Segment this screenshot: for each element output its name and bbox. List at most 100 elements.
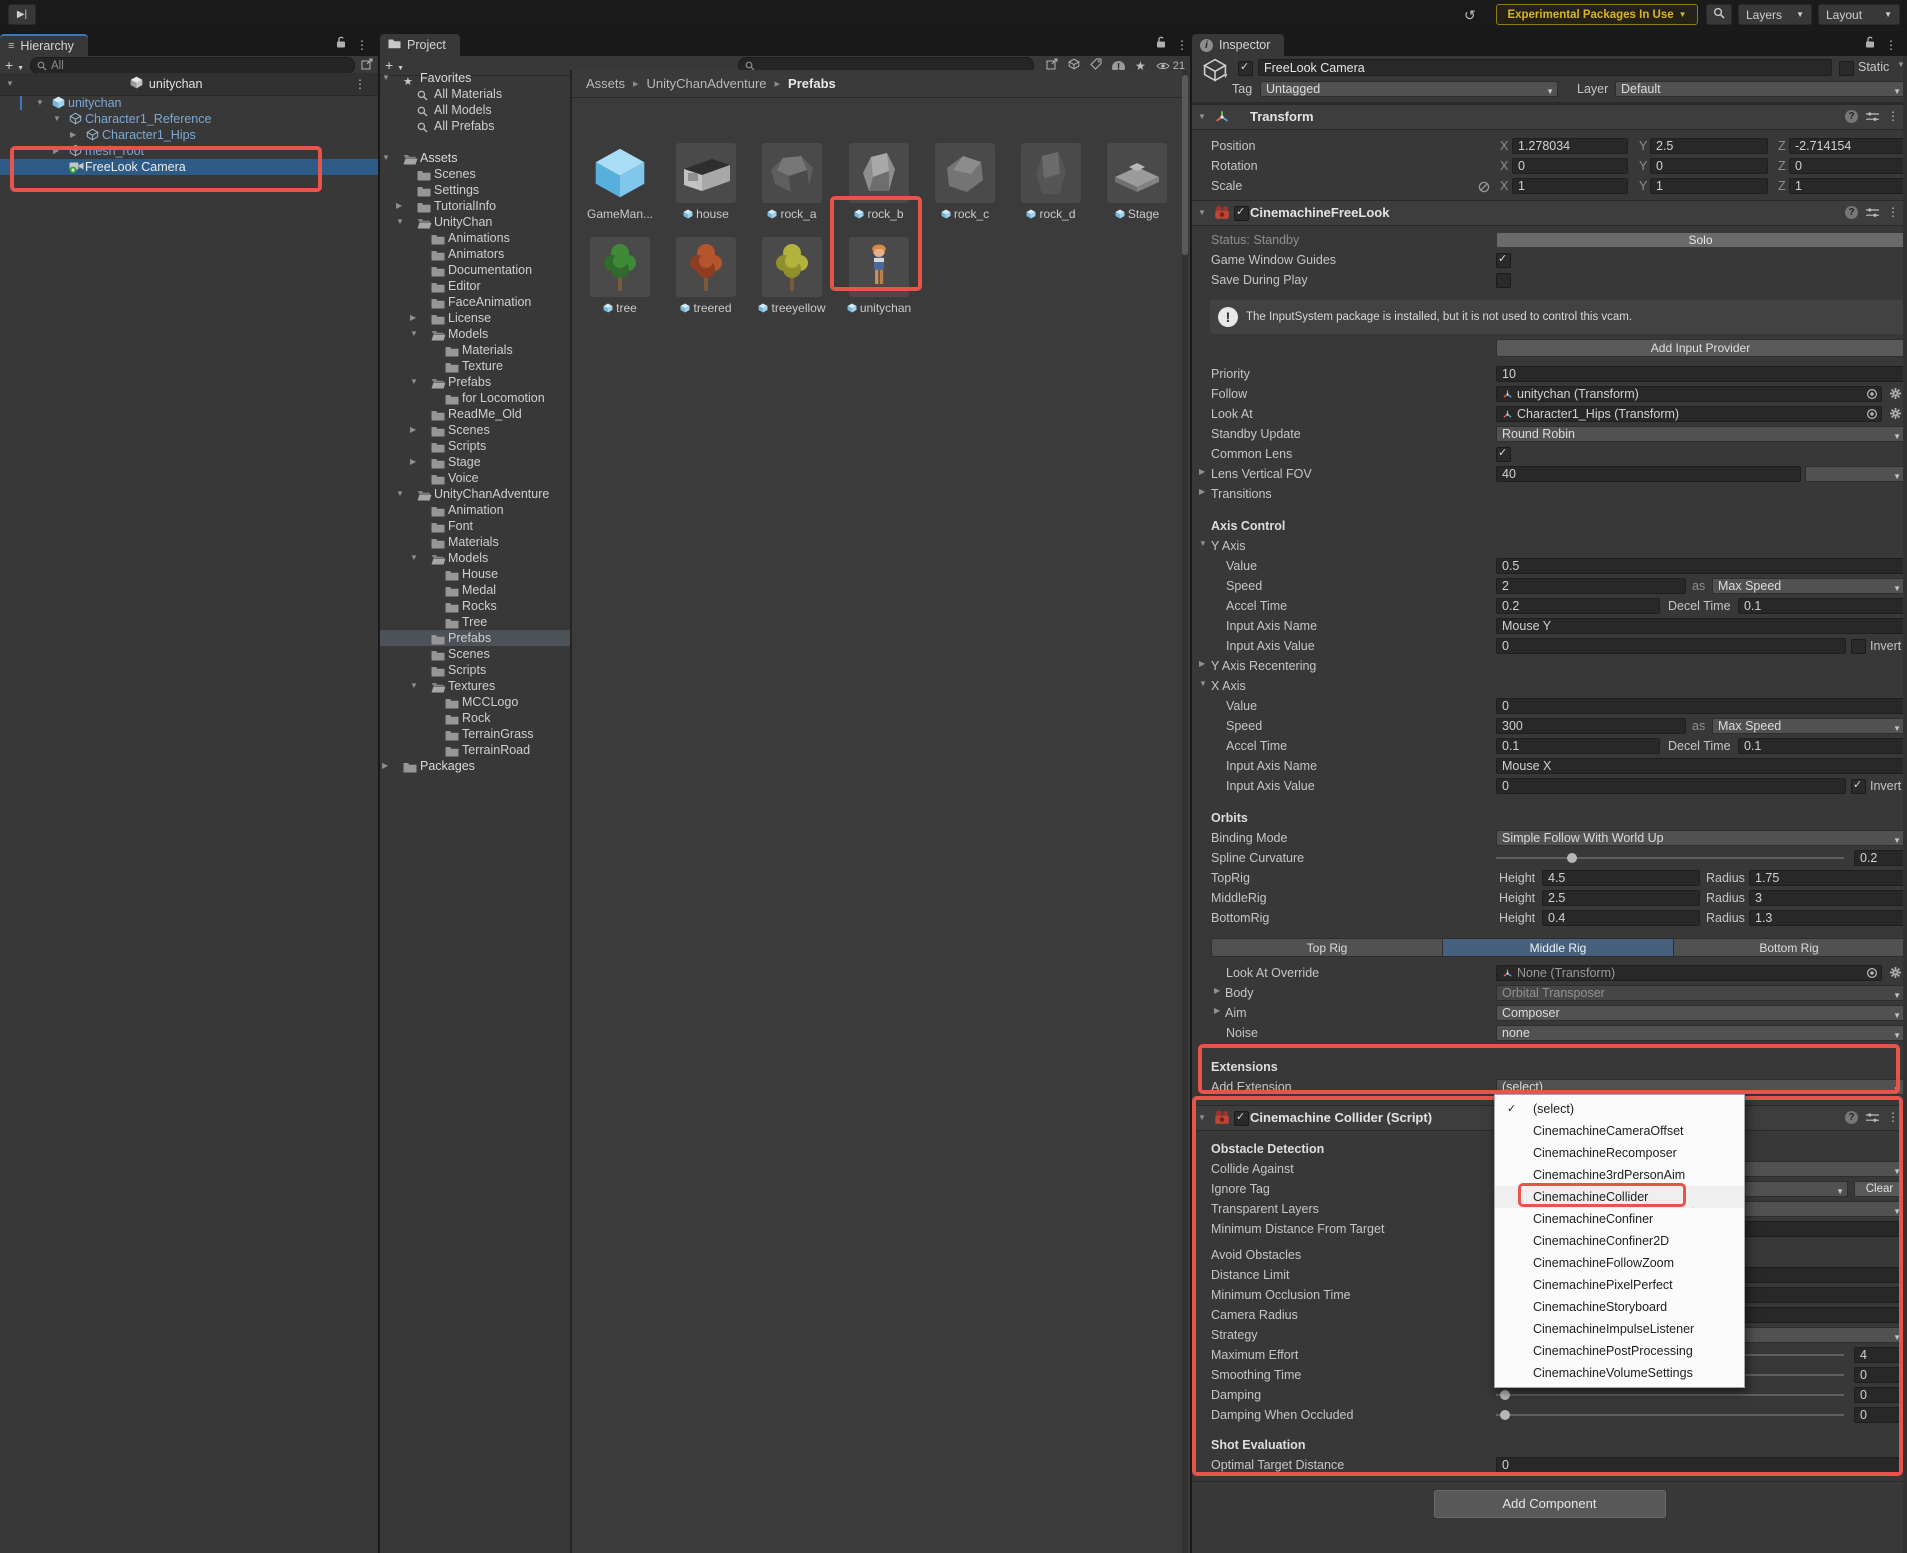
field-rotation-z[interactable]: 0 — [1789, 158, 1905, 174]
field-toprig-radius[interactable]: 1.75 — [1749, 870, 1905, 886]
field-scale-x[interactable]: 1 — [1512, 178, 1628, 194]
checkbox-invert[interactable] — [1851, 778, 1866, 794]
field-lens-vertical-fov[interactable]: 40 — [1496, 466, 1801, 482]
dropdown-speed-mode[interactable]: Max Speed ▼ — [1712, 718, 1905, 734]
menu-kebab-icon[interactable]: ⋮ — [1885, 38, 1897, 52]
menu-item-cinemachineimpulselistener[interactable]: CinemachineImpulseListener — [1495, 1318, 1744, 1340]
menu-item-cinemachinerecomposer[interactable]: CinemachineRecomposer — [1495, 1142, 1744, 1164]
slider-handle-spline-curvature[interactable] — [1567, 853, 1578, 863]
object-field-look-at-override[interactable]: None (Transform) — [1496, 965, 1882, 981]
project-tree-item-terrainroad[interactable]: TerrainRoad — [380, 742, 570, 758]
rig-tab-middle-rig[interactable]: Middle Rig — [1443, 938, 1674, 957]
field-speed[interactable]: 2 — [1496, 578, 1686, 594]
collapse-arrow-icon[interactable]: ▼ — [410, 374, 418, 390]
menu-item-cinemachinevolumesettings[interactable]: CinemachineVolumeSettings — [1495, 1362, 1744, 1384]
collapse-arrow-icon[interactable]: ▼ — [410, 550, 418, 566]
object-field-follow[interactable]: unitychan (Transform) — [1496, 386, 1882, 402]
field-accel-time[interactable]: 0.2 — [1496, 598, 1660, 614]
collapse-arrow-icon[interactable]: ▼ — [53, 111, 61, 127]
add-input-provider-button[interactable]: Add Input Provider — [1496, 339, 1905, 357]
project-tree-item-rock[interactable]: Rock — [380, 710, 570, 726]
project-tree-item-voice[interactable]: Voice — [380, 470, 570, 486]
fold-arrow-icon[interactable]: ▶ — [1199, 656, 1205, 672]
object-picker-icon[interactable] — [1866, 388, 1878, 400]
project-tree-item-animations[interactable]: Animations — [380, 230, 570, 246]
gear-icon[interactable] — [1889, 387, 1902, 400]
project-tree-item-license[interactable]: ▶ License — [380, 310, 570, 326]
project-tree-item-textures[interactable]: ▼ Textures — [380, 678, 570, 694]
project-tree-item-animators[interactable]: Animators — [380, 246, 570, 262]
checkbox-game-window-guides[interactable] — [1496, 252, 1511, 268]
fold-arrow-icon[interactable]: ▶ — [1214, 983, 1220, 999]
asset-tile-house[interactable]: house — [666, 143, 746, 221]
project-tree-item-tree[interactable]: Tree — [380, 614, 570, 630]
layout-dropdown[interactable]: Layout ▼ — [1818, 4, 1900, 25]
field-scale-y[interactable]: 1 — [1650, 178, 1768, 194]
project-tree-item-models[interactable]: ▼ Models — [380, 550, 570, 566]
tab-inspector[interactable]: i Inspector — [1192, 34, 1285, 56]
solo-button[interactable]: Solo — [1496, 232, 1905, 248]
project-tree-item-font[interactable]: Font — [380, 518, 570, 534]
project-tree-item-scenes[interactable]: Scenes — [380, 166, 570, 182]
field-speed[interactable]: 300 — [1496, 718, 1686, 734]
experimental-packages-button[interactable]: Experimental Packages In Use ▼ — [1496, 4, 1698, 25]
create-button[interactable]: + ▼ — [5, 58, 24, 73]
component-header-cinemachinefreelook[interactable]: ▼ CinemachineFreeLook ? ⋮ — [1192, 200, 1907, 226]
asset-tile-treered[interactable]: treered — [666, 237, 746, 315]
scrollbar[interactable] — [1903, 56, 1907, 1553]
component-enabled-checkbox[interactable] — [1234, 205, 1249, 221]
field-input-axis-value[interactable]: 0 — [1496, 638, 1846, 654]
project-tree-item-animation[interactable]: Animation — [380, 502, 570, 518]
lock-icon[interactable] — [336, 36, 346, 54]
name-field[interactable]: FreeLook Camera — [1258, 59, 1832, 76]
tab-project[interactable]: Project — [380, 34, 460, 56]
expand-arrow-icon[interactable]: ▶ — [382, 758, 388, 774]
static-checkbox[interactable] — [1839, 61, 1854, 76]
project-tree-item-rocks[interactable]: Rocks — [380, 598, 570, 614]
scene-header[interactable]: ▼ unitychan ⋮ — [0, 73, 378, 96]
object-field-look-at[interactable]: Character1_Hips (Transform) — [1496, 406, 1882, 422]
fold-arrow-icon[interactable]: ▼ — [1199, 536, 1207, 552]
lock-icon[interactable] — [1156, 36, 1166, 54]
hierarchy-item-character1-reference[interactable]: ▼ Character1_Reference — [0, 111, 378, 127]
menu-item-cinemachinefollowzoom[interactable]: CinemachineFollowZoom — [1495, 1252, 1744, 1274]
rig-tab-top-rig[interactable]: Top Rig — [1211, 938, 1443, 957]
collapse-arrow-icon[interactable]: ▼ — [382, 150, 390, 166]
collapse-arrow-icon[interactable]: ▼ — [410, 326, 418, 342]
collapse-arrow-icon[interactable]: ▼ — [36, 95, 44, 111]
project-tree-item-mcclogo[interactable]: MCCLogo — [380, 694, 570, 710]
menu-item-cinemachinepostprocessing[interactable]: CinemachinePostProcessing — [1495, 1340, 1744, 1362]
project-tree-item-stage[interactable]: ▶ Stage — [380, 454, 570, 470]
field-input-axis-name[interactable]: Mouse Y — [1496, 618, 1905, 634]
project-tree-item-scenes[interactable]: ▶ Scenes — [380, 422, 570, 438]
presets-icon[interactable] — [1866, 207, 1879, 218]
dropdown-noise[interactable]: none ▼ — [1496, 1025, 1905, 1041]
checkbox-save-during-play[interactable] — [1496, 273, 1511, 288]
field-value[interactable]: 0 — [1496, 698, 1905, 714]
dropdown-binding-mode[interactable]: Simple Follow With World Up ▼ — [1496, 830, 1905, 846]
layers-dropdown[interactable]: Layers ▼ — [1738, 4, 1812, 25]
expand-arrow-icon[interactable]: ▶ — [410, 310, 416, 326]
expand-arrow-icon[interactable]: ▶ — [410, 454, 416, 470]
project-tree-item-models[interactable]: ▼ Models — [380, 326, 570, 342]
collapse-arrow-icon[interactable]: ▼ — [396, 486, 404, 502]
project-tree-item-prefabs[interactable]: Prefabs — [380, 630, 570, 646]
help-icon[interactable]: ? — [1845, 110, 1858, 123]
project-tree-item-settings[interactable]: Settings — [380, 182, 570, 198]
search-button[interactable] — [1706, 4, 1732, 25]
project-tree-item-editor[interactable]: Editor — [380, 278, 570, 294]
menu-kebab-icon[interactable]: ⋮ — [356, 38, 368, 52]
dropdown-aim[interactable]: Composer ▼ — [1496, 1005, 1905, 1021]
project-tree-item-documentation[interactable]: Documentation — [380, 262, 570, 278]
dropdown-lens-vertical-fov-preset[interactable]: ▼ — [1805, 466, 1905, 482]
menu-kebab-icon[interactable]: ⋮ — [1887, 110, 1899, 123]
history-icon[interactable]: ↺ — [1464, 7, 1476, 24]
project-tree-item-materials[interactable]: Materials — [380, 342, 570, 358]
slider-track-spline-curvature[interactable] — [1496, 857, 1844, 859]
hierarchy-item-unitychan[interactable]: ▼ unitychan — [0, 95, 378, 111]
project-tree-item-house[interactable]: House — [380, 566, 570, 582]
project-tree-item-for-locomotion[interactable]: for Locomotion — [380, 390, 570, 406]
project-tree-item-scripts[interactable]: Scripts — [380, 438, 570, 454]
project-tree-item-assets[interactable]: ▼ Assets — [380, 150, 570, 166]
lock-icon[interactable] — [1865, 36, 1875, 54]
